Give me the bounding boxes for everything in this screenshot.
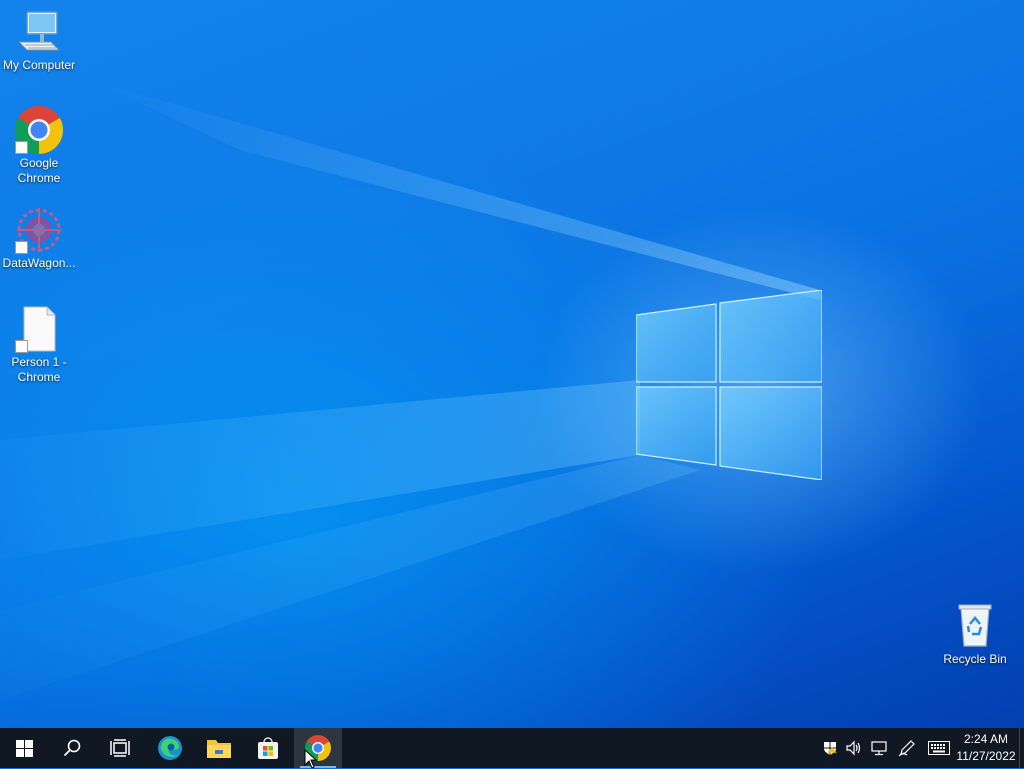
desktop-icon-label: Recycle Bin — [943, 652, 1007, 666]
file-explorer-taskbar-button[interactable] — [195, 728, 243, 768]
touch-keyboard-tray-button[interactable] — [926, 728, 952, 768]
desktop-icon-datawagon[interactable]: DataWagon... — [0, 206, 78, 271]
task-view-button[interactable] — [96, 728, 144, 768]
folder-icon — [207, 740, 231, 758]
pen-tray-button[interactable] — [895, 728, 919, 768]
windows-logo-wallpaper — [636, 290, 822, 480]
start-button[interactable] — [0, 728, 48, 768]
speaker-icon — [846, 740, 861, 756]
network-icon — [871, 741, 887, 756]
edge-taskbar-button[interactable] — [146, 728, 194, 768]
search-button[interactable] — [48, 728, 96, 768]
microsoft-store-taskbar-button[interactable] — [244, 728, 292, 768]
desktop-icon-my-computer[interactable]: My Computer — [0, 8, 78, 73]
desktop-icon-recycle-bin[interactable]: Recycle Bin — [936, 602, 1014, 667]
pen-icon — [898, 740, 915, 757]
shortcut-arrow-icon — [15, 141, 28, 154]
clock-date: 11/27/2022 — [956, 749, 1016, 763]
edge-icon — [158, 736, 182, 760]
desktop-icon-person-1-chrome[interactable]: Person 1 - Chrome — [0, 305, 78, 385]
wallpaper-light-beams — [0, 80, 820, 700]
blank-document-icon — [15, 305, 63, 353]
datawagon-icon — [15, 206, 63, 254]
desktop-icon-label: DataWagon... — [2, 256, 76, 270]
desktop-icon-label: My Computer — [2, 58, 76, 72]
clock[interactable]: 2:24 AM 11/27/2022 — [950, 728, 1022, 768]
shield-warning-icon — [824, 742, 837, 755]
network-tray-button[interactable] — [867, 728, 891, 768]
volume-tray-button[interactable] — [842, 728, 866, 768]
task-view-icon — [110, 739, 130, 757]
desktop-icon-google-chrome[interactable]: Google Chrome — [0, 105, 78, 186]
shortcut-arrow-icon — [15, 340, 28, 353]
keyboard-icon — [928, 741, 950, 755]
taskbar: 2:24 AM 11/27/2022 — [0, 728, 1024, 768]
show-desktop-button[interactable] — [1019, 728, 1024, 768]
search-icon — [63, 739, 81, 757]
desktop-icon-label: Google Chrome — [17, 156, 61, 185]
desktop-icon-label: Person 1 - Chrome — [11, 355, 67, 384]
chrome-icon — [14, 105, 64, 154]
shortcut-arrow-icon — [15, 241, 28, 254]
store-icon — [258, 737, 278, 759]
computer-icon — [15, 8, 63, 56]
recycle-bin-icon — [951, 602, 999, 650]
desktop[interactable]: My Computer Google Chrome DataWagon... P… — [0, 0, 1024, 728]
chrome-taskbar-button[interactable] — [294, 728, 342, 768]
security-tray-button[interactable] — [818, 728, 842, 768]
mouse-cursor-icon — [304, 749, 318, 769]
clock-time: 2:24 AM — [963, 732, 1009, 746]
windows-start-icon — [15, 739, 33, 757]
